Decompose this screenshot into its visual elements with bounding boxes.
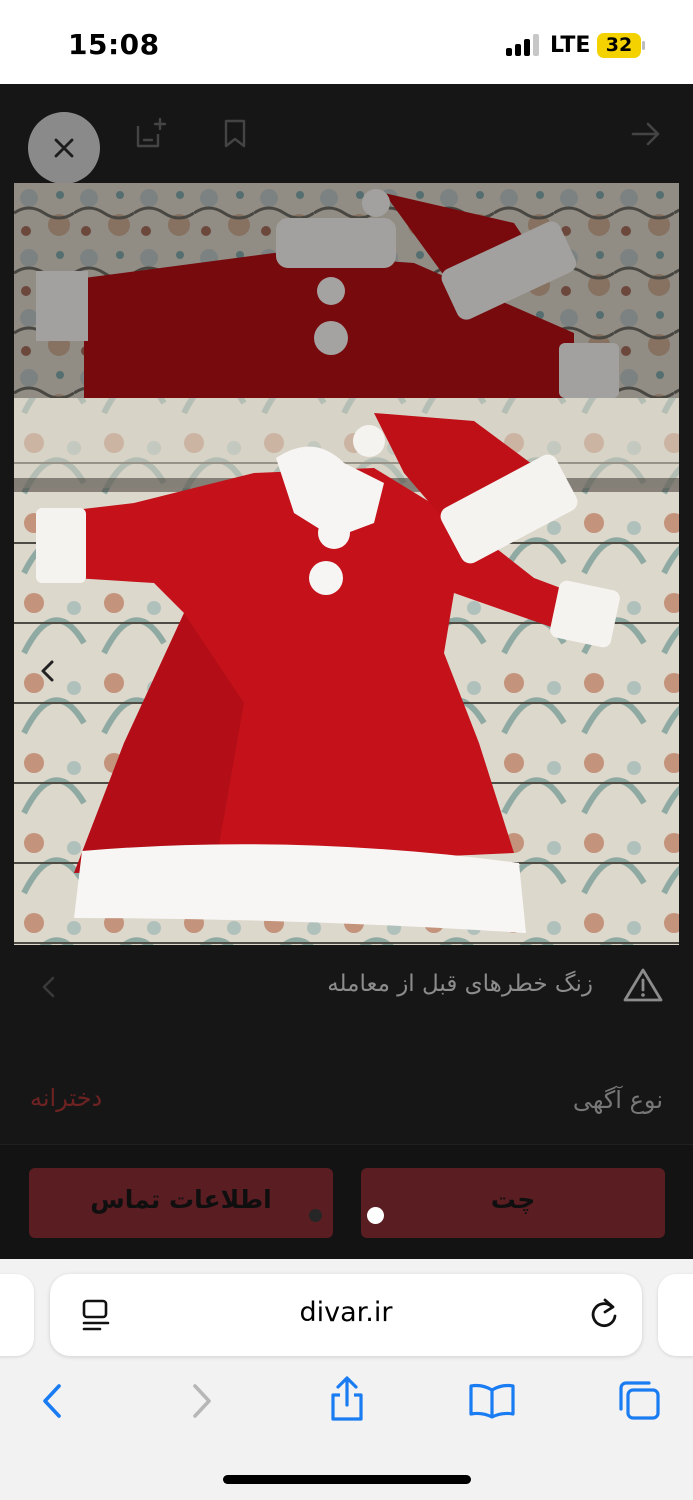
tabs-icon[interactable] [616,1379,662,1423]
santa-costume-photo [14,183,679,945]
network-type: LTE [550,33,591,58]
listing-photo[interactable] [14,183,679,945]
ad-type-value: دخترانه [30,1084,103,1112]
dot-indicator [309,1209,322,1222]
address-bar[interactable]: divar.ir [50,1274,642,1356]
previous-image-arrow-icon[interactable] [36,656,60,686]
battery-cap [642,41,645,50]
close-button[interactable] [28,112,100,184]
forward-icon[interactable] [188,1382,216,1420]
dot-indicator-active [367,1207,384,1224]
url-text: divar.ir [299,1297,393,1328]
next-tab-edge[interactable] [658,1274,693,1356]
signal-strength-icon [506,34,542,56]
safety-warning-row[interactable]: زنگ خطرهای قبل از معامله [0,950,693,1025]
chat-button[interactable]: چت [361,1168,665,1238]
contact-info-label: اطلاعات تماس [90,1185,272,1214]
forward-arrow-icon[interactable] [630,120,662,148]
chevron-left-icon [42,976,55,998]
status-time: 15:08 [68,28,160,61]
warning-triangle-icon [623,968,663,1002]
previous-tab-edge[interactable] [0,1274,34,1356]
chat-label: چت [490,1185,536,1214]
bookmark-icon[interactable] [222,118,248,150]
add-note-icon[interactable] [132,116,168,152]
back-icon[interactable] [38,1382,66,1420]
contact-info-button[interactable]: اطلاعات تماس [29,1168,333,1238]
share-icon[interactable] [328,1375,366,1423]
battery-icon: 32 [597,33,641,58]
bookmarks-icon[interactable] [468,1382,516,1420]
home-indicator[interactable] [223,1475,471,1484]
ad-type-label: نوع آگهی [572,1086,663,1114]
safety-warning-text: زنگ خطرهای قبل از معامله [327,971,593,997]
battery-level: 32 [605,34,633,56]
reader-icon[interactable] [80,1298,112,1332]
close-icon [54,138,74,158]
status-bar: 15:08 LTE 32 [0,0,693,84]
reload-icon[interactable] [588,1297,620,1331]
